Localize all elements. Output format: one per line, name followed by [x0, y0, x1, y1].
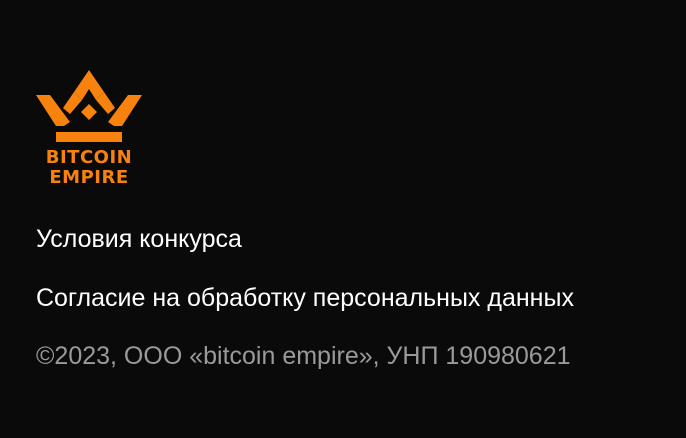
crown-icon — [36, 70, 142, 142]
crown-center-peak — [74, 70, 104, 100]
brand-name-line1: BITCOIN — [45, 147, 133, 168]
copyright-text: ©2023, ООО «bitcoin empire», УНП 1909806… — [36, 342, 571, 370]
crown-right-arm — [108, 95, 142, 126]
brand-name-line2: EMPIRE — [49, 167, 129, 188]
crown-left-arm — [36, 95, 70, 126]
crown-base-bar — [56, 132, 122, 142]
contest-terms-link[interactable]: Условия конкурса — [36, 224, 242, 254]
brand-logo[interactable]: BITCOIN EMPIRE — [36, 70, 142, 188]
personal-data-consent-link[interactable]: Согласие на обработку персональных данны… — [36, 283, 574, 313]
crown-center-jewel — [81, 104, 97, 120]
